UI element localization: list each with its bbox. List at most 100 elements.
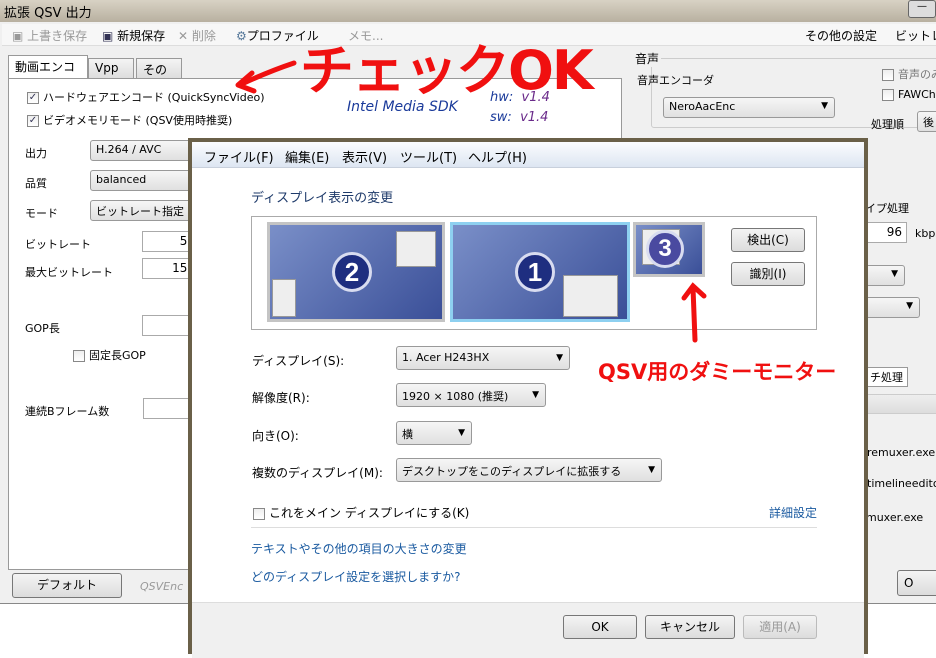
menu-file[interactable]: ファイル(F) <box>204 147 274 166</box>
menu-help[interactable]: ヘルプ(H) <box>468 147 527 166</box>
monitor-number: 1 <box>515 252 555 292</box>
delete-button[interactable]: ✕ 削除 <box>178 27 216 44</box>
display-select[interactable]: 1. Acer H243HX ▼ <box>396 346 570 370</box>
text-size-link[interactable]: テキストやその他の項目の大きさの変更 <box>251 540 467 557</box>
footer-text: QSVEnc <box>140 580 184 593</box>
monitor-2[interactable]: 2 <box>267 222 445 322</box>
chevron-down-icon: ▼ <box>532 390 539 400</box>
kbps-input[interactable]: 96 <box>865 222 907 243</box>
menu-edit[interactable]: 編集(E) <box>285 147 329 166</box>
apply-button[interactable]: 適用(A) <box>743 615 817 639</box>
multi-display-label: 複数のディスプレイ(M): <box>252 466 383 480</box>
chevron-down-icon: ▼ <box>891 269 898 279</box>
overwrite-save-label: 上書き保存 <box>27 29 88 43</box>
window-icon <box>396 231 436 267</box>
audio-group-label: 音声 <box>633 50 662 67</box>
dialog-heading: ディスプレイ表示の変更 <box>251 191 394 206</box>
fawcheck-checkbox[interactable]: FAWCh <box>882 88 936 101</box>
order-select[interactable]: 後 <box>917 111 936 132</box>
window-icon <box>272 279 296 317</box>
default-button[interactable]: デフォルト <box>12 573 122 598</box>
display-settings-dialog: ファイル(F) 編集(E) 表示(V) ツール(T) ヘルプ(H) ディスプレイ… <box>188 138 868 658</box>
exe-path-1: remuxer.exe <box>867 446 936 459</box>
delete-label: 削除 <box>191 29 216 43</box>
quality-label: 品質 <box>25 177 47 190</box>
tab-batch[interactable]: チ処理 <box>865 367 908 387</box>
sw-label: sw: <box>490 110 512 125</box>
monitor-number: 3 <box>646 230 684 268</box>
orientation-select[interactable]: 横 ▼ <box>396 421 472 445</box>
ok-button[interactable]: OK <box>563 615 637 639</box>
video-memory-label: ビデオメモリモード (QSV使用時推奨) <box>43 114 233 127</box>
tab-video-encode[interactable]: 動画エンコード <box>8 55 88 91</box>
chevron-down-icon: ▼ <box>648 465 655 475</box>
order-label: 処理順 <box>871 118 904 131</box>
audio-only-label: 音声のみ <box>898 68 936 81</box>
audio-select-3[interactable]: ▼ <box>865 297 920 318</box>
display-label: ディスプレイ(S): <box>252 354 345 368</box>
arrow-annotation-left <box>235 60 297 94</box>
cancel-button[interactable]: キャンセル <box>645 615 735 639</box>
mode-label: モード <box>25 207 58 220</box>
main-display-checkbox[interactable]: これをメイン ディスプレイにする(K) <box>253 504 469 521</box>
bitrate-label: ビットレート <box>25 238 91 251</box>
exe-path-3: muxer.exe <box>866 511 924 524</box>
output-label: 出力 <box>25 147 47 160</box>
multi-display-value: デスクトップをこのディスプレイに拡張する <box>402 465 622 478</box>
check-ok-annotation: チェックOK <box>300 39 594 102</box>
sw-version-value: v1.4 <box>520 110 549 125</box>
monitor-3[interactable]: 3 <box>633 222 705 277</box>
dummy-monitor-annotation: QSV用のダミーモニター <box>598 360 837 384</box>
advanced-settings-link[interactable]: 詳細設定 <box>769 504 817 521</box>
fixed-gop-label: 固定長GOP <box>89 349 146 362</box>
list-header <box>865 394 936 414</box>
divider <box>251 527 817 528</box>
resolution-select[interactable]: 1920 × 1080 (推奨) ▼ <box>396 383 546 407</box>
identify-button[interactable]: 識別(I) <box>731 262 805 286</box>
resolution-value: 1920 × 1080 (推奨) <box>402 390 509 403</box>
checkbox-icon <box>882 69 894 81</box>
ok-button-bg[interactable]: O <box>897 570 936 596</box>
chevron-down-icon: ▼ <box>556 353 563 363</box>
audio-encoder-select[interactable]: NeroAacEnc ▼ <box>663 97 835 118</box>
tab-vpp[interactable]: Vpp <box>88 58 134 78</box>
tab-other[interactable]: その他 <box>136 58 182 94</box>
detect-button[interactable]: 検出(C) <box>731 228 805 252</box>
quality-select[interactable]: balanced <box>90 170 200 191</box>
fawcheck-label: FAWCh <box>898 88 936 101</box>
new-save-button[interactable]: ▣ 新規保存 <box>102 27 165 44</box>
audio-select-2[interactable]: ▼ <box>865 265 905 286</box>
menu-view[interactable]: 表示(V) <box>342 147 387 166</box>
chevron-down-icon: ▼ <box>821 101 828 111</box>
orientation-label: 向き(O): <box>252 429 299 443</box>
resolution-label: 解像度(R): <box>252 391 310 405</box>
audio-encoder-label: 音声エンコーダ <box>637 74 714 87</box>
checkbox-icon <box>882 89 894 101</box>
delete-icon: ✕ <box>178 29 189 43</box>
bitrate-button[interactable]: ビットレ <box>895 27 936 44</box>
multi-display-select[interactable]: デスクトップをこのディスプレイに拡張する ▼ <box>396 458 662 482</box>
mode-select[interactable]: ビットレート指定 - VE <box>90 200 200 221</box>
video-memory-checkbox[interactable]: ✓ ビデオメモリモード (QSV使用時推奨) <box>27 112 232 128</box>
save-icon: ▣ <box>102 29 114 43</box>
fixed-gop-checkbox[interactable]: 固定長GOP <box>73 347 146 363</box>
monitor-number: 2 <box>332 252 372 292</box>
which-settings-link[interactable]: どのディスプレイ設定を選択しますか? <box>251 568 461 585</box>
other-settings-button[interactable]: その他の設定 <box>805 27 877 44</box>
orientation-value: 横 <box>402 428 413 441</box>
new-save-label: 新規保存 <box>117 29 166 43</box>
monitor-1[interactable]: 1 <box>450 222 630 322</box>
menu-tools[interactable]: ツール(T) <box>400 147 457 166</box>
window-icon <box>563 275 618 317</box>
arrow-annotation-up <box>681 282 707 343</box>
checkbox-icon <box>253 507 265 520</box>
audio-only-checkbox[interactable]: 音声のみ <box>882 66 936 82</box>
pipe-label: イプ処理 <box>865 202 909 215</box>
menu-bar: ファイル(F) 編集(E) 表示(V) ツール(T) ヘルプ(H) <box>192 142 864 168</box>
overwrite-save-button[interactable]: ▣ 上書き保存 <box>12 27 87 44</box>
chevron-down-icon: ▼ <box>906 301 913 311</box>
output-select[interactable]: H.264 / AVC <box>90 140 200 161</box>
audio-encoder-value: NeroAacEnc <box>669 100 736 113</box>
hw-encode-checkbox[interactable]: ✓ ハードウェアエンコード (QuickSyncVideo) <box>27 89 265 105</box>
minimize-button[interactable]: — <box>908 0 936 18</box>
